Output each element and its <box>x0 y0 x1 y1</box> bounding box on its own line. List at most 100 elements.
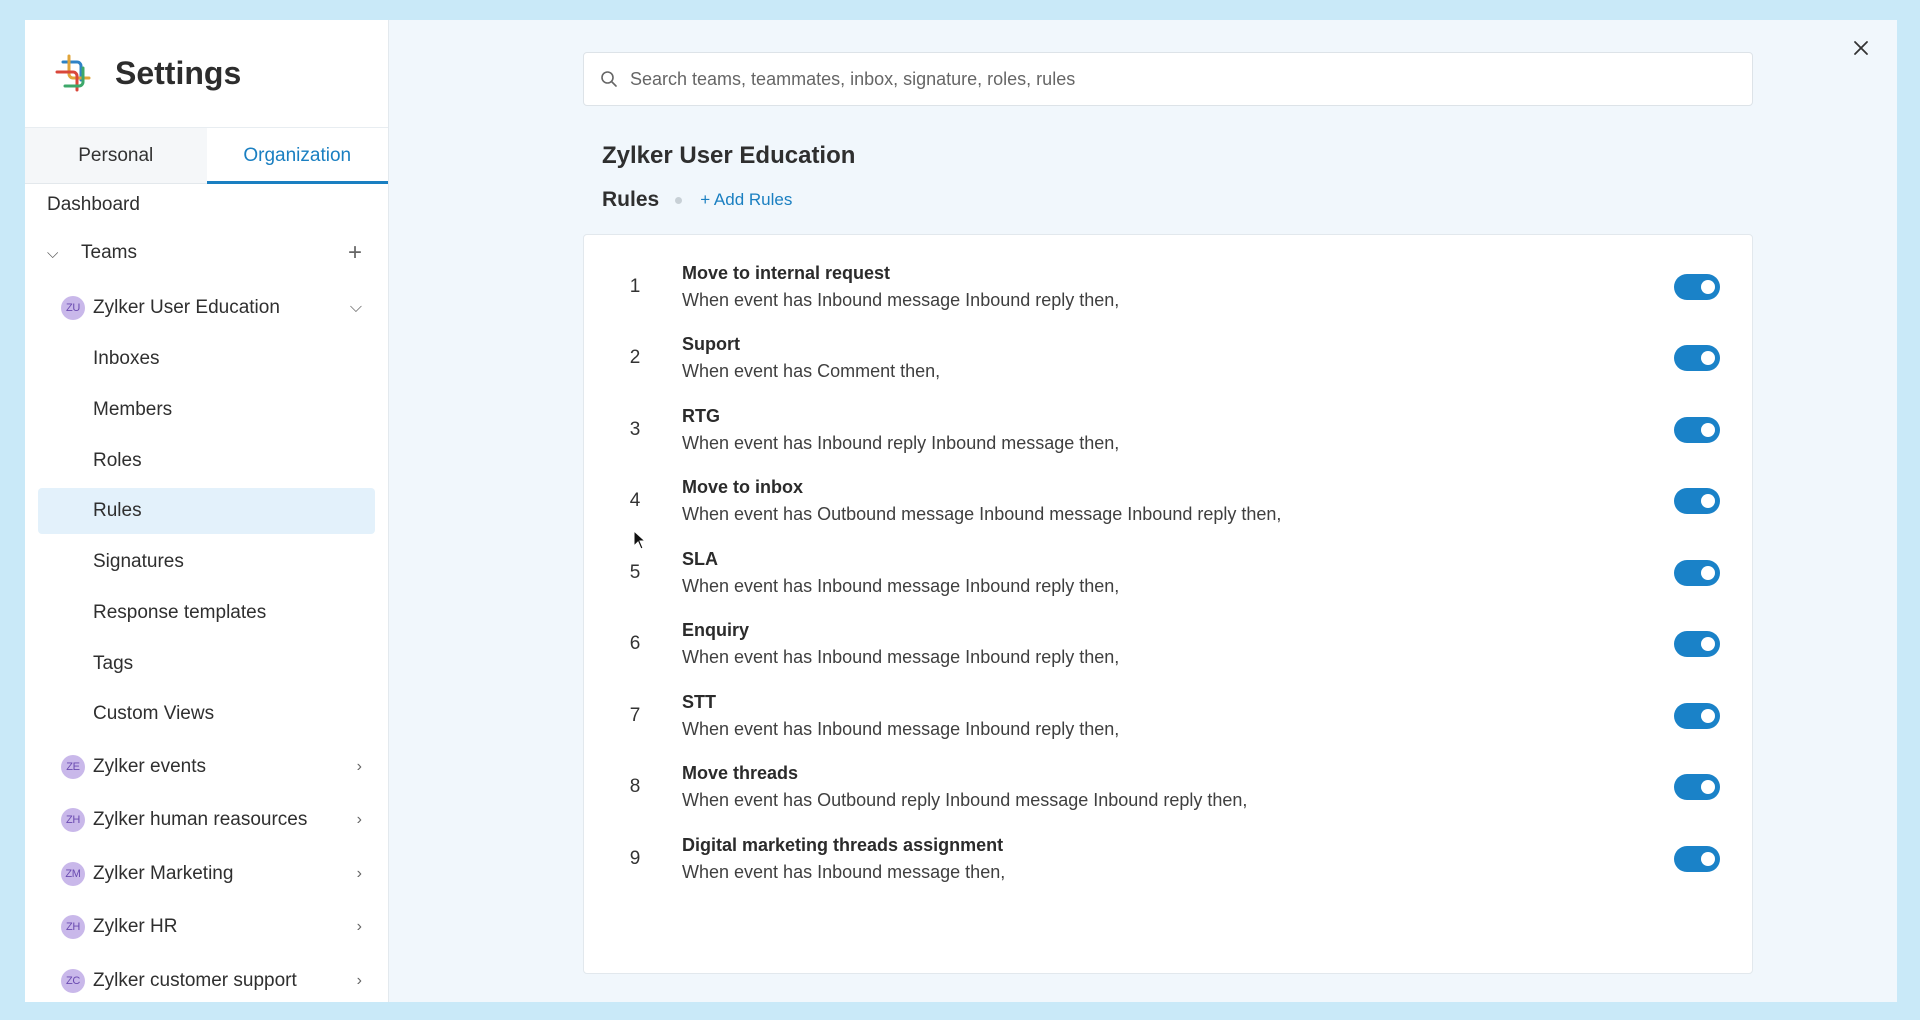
rule-toggle[interactable] <box>1674 416 1720 443</box>
rule-description: When event has Inbound reply Inbound mes… <box>682 432 1120 453</box>
rule-row[interactable]: 7 STT When event has Inbound message Inb… <box>584 680 1752 752</box>
rule-row[interactable]: 8 Move threads When event has Outbound r… <box>584 752 1752 824</box>
team-item-zylker-customer-support[interactable]: ZC Zylker customer support › <box>25 954 388 1002</box>
chevron-right-icon[interactable]: › <box>357 811 362 829</box>
rule-text: Move to inbox When event has Outbound me… <box>682 474 1752 528</box>
sidebar-item-dashboard[interactable]: Dashboard <box>25 186 388 224</box>
rule-text: Digital marketing threads assignment Whe… <box>682 832 1752 886</box>
sidebar-item-rules[interactable]: Rules <box>38 488 375 535</box>
rule-description: When event has Inbound message then, <box>682 861 1006 882</box>
sidebar-item-label: Tags <box>93 652 134 674</box>
rule-text: Suport When event has Comment then, <box>682 331 1752 385</box>
avatar: ZE <box>61 754 85 779</box>
rule-name: Move threads <box>682 763 799 784</box>
search-input[interactable] <box>630 68 1752 90</box>
rule-number: 1 <box>629 275 641 297</box>
search-bar[interactable] <box>583 52 1753 106</box>
chevron-right-icon[interactable]: › <box>357 918 362 936</box>
team-label: Zylker human reasources <box>93 809 308 831</box>
rule-row[interactable]: 9 Digital marketing threads assignment W… <box>584 823 1752 895</box>
team-label: Zylker customer support <box>93 969 297 991</box>
rule-name: RTG <box>682 405 720 426</box>
settings-logo-icon <box>55 54 91 91</box>
rule-toggle[interactable] <box>1674 845 1720 872</box>
sidebar-item-label: Signatures <box>93 551 184 573</box>
rule-toggle[interactable] <box>1674 273 1720 300</box>
separator-dot <box>675 196 683 204</box>
chevron-right-icon[interactable]: › <box>357 865 362 883</box>
chevron-down-icon[interactable]: ⌵ <box>350 299 362 317</box>
page-title: Zylker User Education <box>602 142 856 169</box>
team-label: Zylker Marketing <box>93 862 234 884</box>
sidebar-item-label: Custom Views <box>93 703 215 725</box>
team-label: Zylker User Education <box>93 297 280 318</box>
rule-name: STT <box>682 691 716 712</box>
sidebar: Settings Personal Organization Dashboard… <box>25 20 389 1002</box>
sidebar-item-signatures[interactable]: Signatures <box>25 537 388 588</box>
rule-number: 2 <box>629 347 641 369</box>
sidebar-item-roles[interactable]: Roles <box>25 435 388 486</box>
sidebar-item-label: Dashboard <box>47 194 140 215</box>
rule-name: Enquiry <box>682 620 750 641</box>
team-item-zylker-user-education[interactable]: ZU Zylker User Education ⌵ <box>25 282 388 334</box>
main-content: Zylker User Education Rules + Add Rules … <box>389 20 1897 1002</box>
rule-number: 3 <box>629 418 641 440</box>
add-team-icon[interactable]: + <box>348 239 362 267</box>
team-label: Zylker HR <box>93 916 178 938</box>
sidebar-item-inboxes[interactable]: Inboxes <box>25 334 388 385</box>
rule-row[interactable]: 3 RTG When event has Inbound reply Inbou… <box>584 394 1752 466</box>
sidebar-item-members[interactable]: Members <box>25 385 388 436</box>
rule-description: When event has Outbound reply Inbound me… <box>682 790 1248 811</box>
rule-toggle[interactable] <box>1674 631 1720 658</box>
close-icon[interactable] <box>1849 36 1873 60</box>
avatar: ZH <box>61 808 85 833</box>
sidebar-item-teams[interactable]: ⌵ Teams + <box>25 224 388 282</box>
section-title: Rules <box>602 188 660 211</box>
team-item-zylker-hr[interactable]: ZH Zylker HR › <box>25 900 388 954</box>
rule-number: 5 <box>629 561 641 583</box>
team-item-zylker-human-reasources[interactable]: ZH Zylker human reasources › <box>25 793 388 847</box>
search-icon <box>601 71 617 87</box>
rule-name: Move to internal request <box>682 262 891 283</box>
add-rules-button[interactable]: + Add Rules <box>700 190 792 210</box>
team-item-zylker-marketing[interactable]: ZM Zylker Marketing › <box>25 847 388 901</box>
rule-toggle[interactable] <box>1674 774 1720 801</box>
rule-toggle[interactable] <box>1674 702 1720 729</box>
sidebar-nav: Dashboard ⌵ Teams + ZU Zylker User Educa… <box>25 186 388 1002</box>
rule-text: Enquiry When event has Inbound message I… <box>682 617 1752 671</box>
rule-row[interactable]: 6 Enquiry When event has Inbound message… <box>584 609 1752 681</box>
avatar: ZH <box>61 915 85 940</box>
rule-row[interactable]: 1 Move to internal request When event ha… <box>584 251 1752 323</box>
settings-tabs: Personal Organization <box>25 128 388 184</box>
rule-description: When event has Outbound message Inbound … <box>682 504 1282 525</box>
avatar: ZC <box>61 968 85 993</box>
team-label: Zylker events <box>93 755 206 777</box>
sidebar-item-response-templates[interactable]: Response templates <box>25 588 388 639</box>
chevron-down-icon[interactable]: ⌵ <box>47 245 63 262</box>
rule-row[interactable]: 5 SLA When event has Inbound message Inb… <box>584 537 1752 609</box>
rule-description: When event has Inbound message Inbound r… <box>682 289 1120 310</box>
team-item-zylker-events[interactable]: ZE Zylker events › <box>25 740 388 794</box>
rule-text: Move to internal request When event has … <box>682 260 1752 314</box>
rule-name: Digital marketing threads assignment <box>682 834 1004 855</box>
chevron-right-icon[interactable]: › <box>357 972 362 990</box>
rule-name: Move to inbox <box>682 477 803 498</box>
sidebar-item-custom-views[interactable]: Custom Views <box>25 689 388 740</box>
rule-row[interactable]: 2 Suport When event has Comment then, <box>584 323 1752 395</box>
tab-organization[interactable]: Organization <box>206 128 388 184</box>
sidebar-item-label: Response templates <box>93 602 267 624</box>
sidebar-item-label: Roles <box>93 449 142 471</box>
rule-row[interactable]: 4 Move to inbox When event has Outbound … <box>584 466 1752 538</box>
sidebar-item-tags[interactable]: Tags <box>25 638 388 689</box>
rule-toggle[interactable] <box>1674 488 1720 515</box>
rule-text: Move threads When event has Outbound rep… <box>682 760 1752 814</box>
section-header: Rules + Add Rules <box>602 188 792 212</box>
rule-text: SLA When event has Inbound message Inbou… <box>682 546 1752 600</box>
sidebar-item-label: Inboxes <box>93 348 160 370</box>
rule-toggle[interactable] <box>1674 559 1720 586</box>
chevron-right-icon[interactable]: › <box>357 758 362 776</box>
rule-number: 4 <box>629 490 641 512</box>
rule-toggle[interactable] <box>1674 345 1720 372</box>
rule-text: STT When event has Inbound message Inbou… <box>682 689 1752 743</box>
tab-personal[interactable]: Personal <box>25 128 207 183</box>
